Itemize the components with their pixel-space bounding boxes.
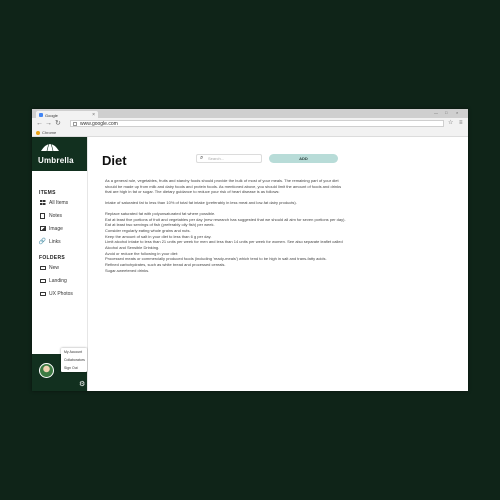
reload-icon[interactable]: ↻ [55, 119, 61, 128]
menu-item-sign-out[interactable]: Sign Out [61, 364, 87, 372]
favicon-icon [39, 113, 43, 117]
brand-name: Umbrella [38, 156, 74, 165]
sidebar-item-links[interactable]: 🔗 Links [39, 237, 85, 246]
browser-toolbar: ← → ↻ www.google.com ☆ ≡ [32, 118, 468, 129]
tab-bar: Google × — □ × [32, 109, 468, 119]
menu-item-my-account[interactable]: My Account [61, 348, 87, 356]
add-button[interactable]: ADD [269, 154, 338, 163]
maximize-button[interactable]: □ [445, 110, 447, 115]
notes-icon [40, 212, 45, 219]
list-item: Limit alcohol intake to less than 21 uni… [105, 239, 343, 251]
folder-icon [39, 278, 46, 283]
folders-heading: FOLDERS [39, 255, 65, 261]
menu-item-collaborators[interactable]: Collaborators [61, 356, 87, 364]
image-icon [39, 226, 46, 231]
link-icon: 🔗 [38, 239, 47, 245]
back-arrow-icon[interactable]: ← [36, 119, 43, 128]
sidebar: Umbrella ITEMS All Items Notes Image 🔗 L… [32, 137, 88, 391]
brand-header: Umbrella [32, 137, 87, 171]
main-content: Diet ⌕ Search... ADD As a general rule, … [88, 137, 468, 391]
gear-icon[interactable]: ⚙ [79, 380, 85, 388]
star-icon[interactable]: ☆ [448, 119, 453, 128]
sidebar-item-label: All Items [49, 199, 69, 206]
umbrella-icon [41, 142, 59, 152]
sidebar-item-label: Notes [49, 212, 63, 219]
sidebar-item-image[interactable]: Image [39, 224, 85, 233]
sidebar-item-label: Links [49, 238, 61, 245]
browser-window: Google × — □ × ← → ↻ www.google.com ☆ ≡ … [32, 109, 468, 391]
items-heading: ITEMS [39, 190, 56, 196]
sidebar-folder-landing[interactable]: Landing [39, 276, 85, 285]
sidebar-item-all-items[interactable]: All Items [39, 198, 85, 207]
grid-icon [39, 200, 46, 205]
sidebar-folder-label: New [49, 264, 60, 271]
bookmarks-bar: Chrome [32, 129, 468, 137]
sidebar-item-notes[interactable]: Notes [39, 211, 85, 220]
sidebar-folder-new[interactable]: New [39, 263, 85, 272]
close-window-button[interactable]: × [456, 110, 458, 115]
sidebar-folder-label: UX Photos [49, 290, 73, 297]
folder-icon [39, 291, 46, 296]
address-bar[interactable]: www.google.com [70, 120, 444, 127]
user-menu: My Account Collaborators Sign Out [61, 348, 87, 372]
avatar[interactable] [39, 363, 54, 378]
tab-title: Google [45, 112, 58, 118]
list-item: Sugar-sweetened drinks. [105, 267, 150, 273]
minimize-button[interactable]: — [434, 110, 438, 115]
search-placeholder: Search... [208, 156, 225, 161]
note-body: As a general rule, vegetables, fruits an… [105, 178, 348, 274]
page-icon [73, 122, 77, 126]
url-text: www.google.com [80, 121, 118, 127]
chrome-icon [36, 131, 40, 135]
search-icon: ⌕ [200, 155, 204, 161]
sidebar-item-label: Image [49, 225, 63, 232]
menu-icon[interactable]: ≡ [459, 119, 463, 128]
forward-arrow-icon[interactable]: → [45, 119, 52, 128]
sidebar-folder-label: Landing [49, 277, 67, 284]
search-input[interactable]: ⌕ Search... [196, 154, 262, 163]
user-panel: My Account Collaborators Sign Out ⚙ [32, 348, 87, 391]
page-title: Diet [102, 153, 127, 168]
bookmark-item[interactable]: Chrome [42, 130, 56, 135]
paragraph: As a general rule, vegetables, fruits an… [105, 178, 342, 195]
folder-icon [39, 265, 46, 270]
sidebar-folder-ux-photos[interactable]: UX Photos [39, 289, 85, 298]
